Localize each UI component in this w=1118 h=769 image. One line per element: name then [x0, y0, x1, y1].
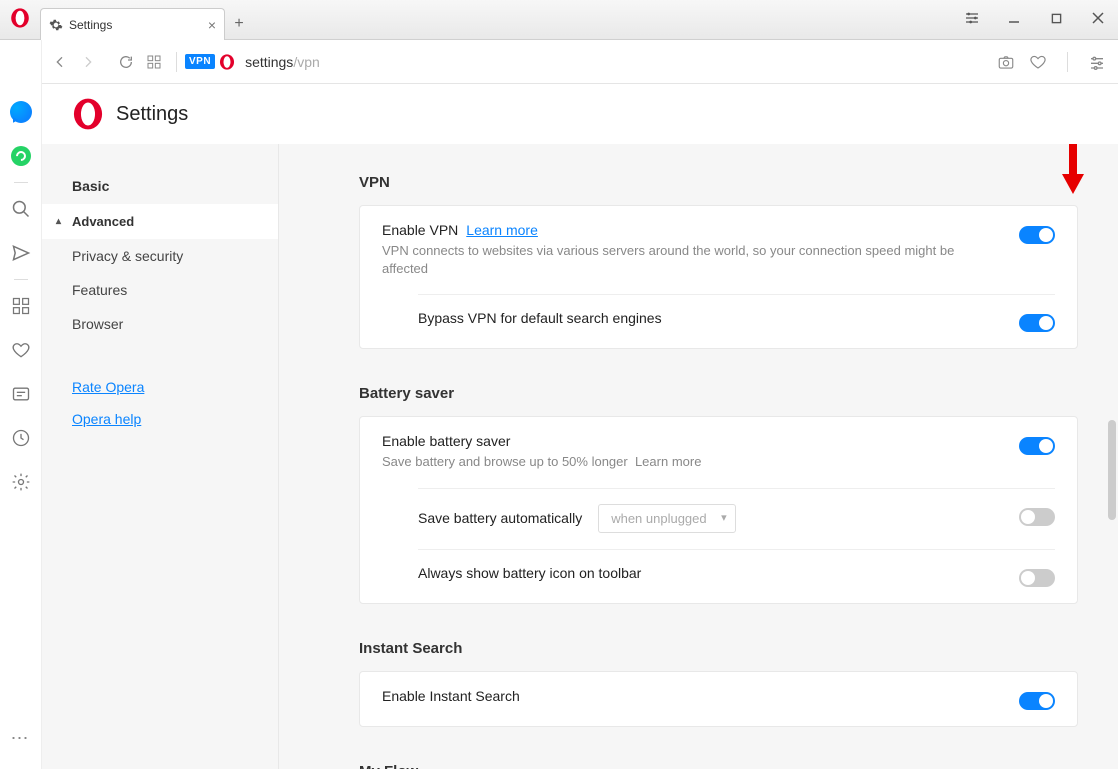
save-battery-auto-row: Save battery automatically when unplugge…: [360, 488, 1077, 549]
speed-dial-grid-icon[interactable]: [0, 284, 42, 328]
opera-url-icon: [219, 54, 235, 70]
forward-button[interactable]: [74, 48, 102, 76]
settings-main: VPN Enable VPN Learn more VPN connects to…: [279, 144, 1118, 769]
enable-vpn-toggle[interactable]: [1019, 226, 1055, 244]
separator: [176, 52, 177, 72]
separator: [14, 182, 28, 183]
enable-vpn-label: Enable VPN: [382, 222, 458, 238]
page-title: Settings: [116, 103, 188, 126]
separator: [1067, 52, 1068, 72]
enable-battery-row: Enable battery saver Save battery and br…: [360, 417, 1077, 487]
nav-privacy-security[interactable]: Privacy & security: [42, 239, 278, 273]
instant-search-card: Enable Instant Search: [359, 671, 1078, 727]
section-title-my-flow: My Flow: [359, 763, 1078, 769]
browser-tab[interactable]: Settings ×: [40, 8, 225, 40]
enable-battery-desc: Save battery and browse up to 50% longer: [382, 454, 628, 469]
speed-dial-button[interactable]: [140, 48, 168, 76]
opera-help-link[interactable]: Opera help: [42, 403, 278, 435]
battery-card: Enable battery saver Save battery and br…: [359, 416, 1078, 603]
enable-instant-search-row: Enable Instant Search: [360, 672, 1077, 726]
enable-instant-search-toggle[interactable]: [1019, 692, 1055, 710]
nav-advanced[interactable]: ▴ Advanced: [42, 204, 278, 239]
url-text[interactable]: settings/vpn: [245, 54, 320, 70]
settings-header: Settings: [42, 84, 1118, 144]
section-title-vpn: VPN: [359, 174, 1078, 191]
opera-logo-icon: [72, 98, 104, 130]
caret-up-icon: ▴: [56, 216, 66, 227]
battery-learn-more-link[interactable]: Learn more: [635, 454, 701, 469]
close-button[interactable]: [1084, 4, 1112, 32]
settings-gear-icon[interactable]: [0, 460, 42, 504]
more-icon[interactable]: ⋯: [11, 728, 31, 749]
battery-icon-toggle[interactable]: [1019, 569, 1055, 587]
enable-vpn-row: Enable VPN Learn more VPN connects to web…: [360, 206, 1077, 294]
enable-battery-label: Enable battery saver: [382, 433, 999, 449]
vpn-badge[interactable]: VPN: [185, 54, 215, 69]
title-bar: Settings × +: [0, 0, 1118, 40]
whatsapp-icon[interactable]: [0, 134, 42, 178]
enable-vpn-desc: VPN connects to websites via various ser…: [382, 242, 999, 278]
back-button[interactable]: [46, 48, 74, 76]
vpn-learn-more-link[interactable]: Learn more: [466, 222, 538, 238]
bookmark-heart-icon[interactable]: [1027, 51, 1049, 73]
enable-instant-search-label: Enable Instant Search: [382, 688, 999, 704]
gear-icon: [49, 18, 63, 32]
section-title-instant-search: Instant Search: [359, 640, 1078, 657]
nav-browser[interactable]: Browser: [42, 307, 278, 341]
history-icon[interactable]: [0, 416, 42, 460]
separator: [14, 279, 28, 280]
bookmarks-heart-icon[interactable]: [0, 328, 42, 372]
enable-battery-toggle[interactable]: [1019, 437, 1055, 455]
rate-opera-link[interactable]: Rate Opera: [42, 371, 278, 403]
section-title-battery: Battery saver: [359, 385, 1078, 402]
minimize-button[interactable]: [1000, 4, 1028, 32]
bypass-vpn-label: Bypass VPN for default search engines: [418, 310, 999, 326]
nav-features[interactable]: Features: [42, 273, 278, 307]
window-controls: [958, 4, 1112, 32]
tab-close-icon[interactable]: ×: [208, 17, 216, 33]
scrollbar-thumb[interactable]: [1108, 420, 1116, 520]
messenger-icon[interactable]: [0, 90, 42, 134]
new-tab-button[interactable]: +: [225, 8, 253, 40]
snapshot-icon[interactable]: [995, 51, 1017, 73]
maximize-button[interactable]: [1042, 4, 1070, 32]
reload-button[interactable]: [112, 48, 140, 76]
nav-advanced-label: Advanced: [72, 214, 134, 229]
tab-title: Settings: [69, 18, 112, 32]
vpn-card: Enable VPN Learn more VPN connects to web…: [359, 205, 1078, 349]
save-battery-auto-toggle[interactable]: [1019, 508, 1055, 526]
save-battery-auto-select[interactable]: when unplugged: [598, 504, 735, 533]
my-flow-icon[interactable]: [0, 231, 42, 275]
bypass-vpn-toggle[interactable]: [1019, 314, 1055, 332]
address-bar: VPN settings/vpn: [0, 40, 1118, 84]
save-battery-auto-label: Save battery automatically: [418, 510, 582, 526]
opera-logo-icon: [10, 8, 30, 28]
news-icon[interactable]: [0, 372, 42, 416]
annotation-arrow: [1058, 144, 1088, 199]
battery-icon-row: Always show battery icon on toolbar: [360, 549, 1077, 603]
search-icon[interactable]: [0, 187, 42, 231]
settings-nav: Basic ▴ Advanced Privacy & security Feat…: [42, 144, 279, 769]
left-sidebar: ⋯: [0, 40, 42, 769]
easy-setup-icon[interactable]: [958, 4, 986, 32]
nav-basic[interactable]: Basic: [42, 168, 278, 204]
settings-page: Settings Basic ▴ Advanced Privacy & secu…: [42, 84, 1118, 769]
battery-icon-label: Always show battery icon on toolbar: [418, 565, 999, 581]
bypass-vpn-row: Bypass VPN for default search engines: [360, 294, 1077, 348]
easy-setup-sliders-icon[interactable]: [1086, 51, 1108, 73]
